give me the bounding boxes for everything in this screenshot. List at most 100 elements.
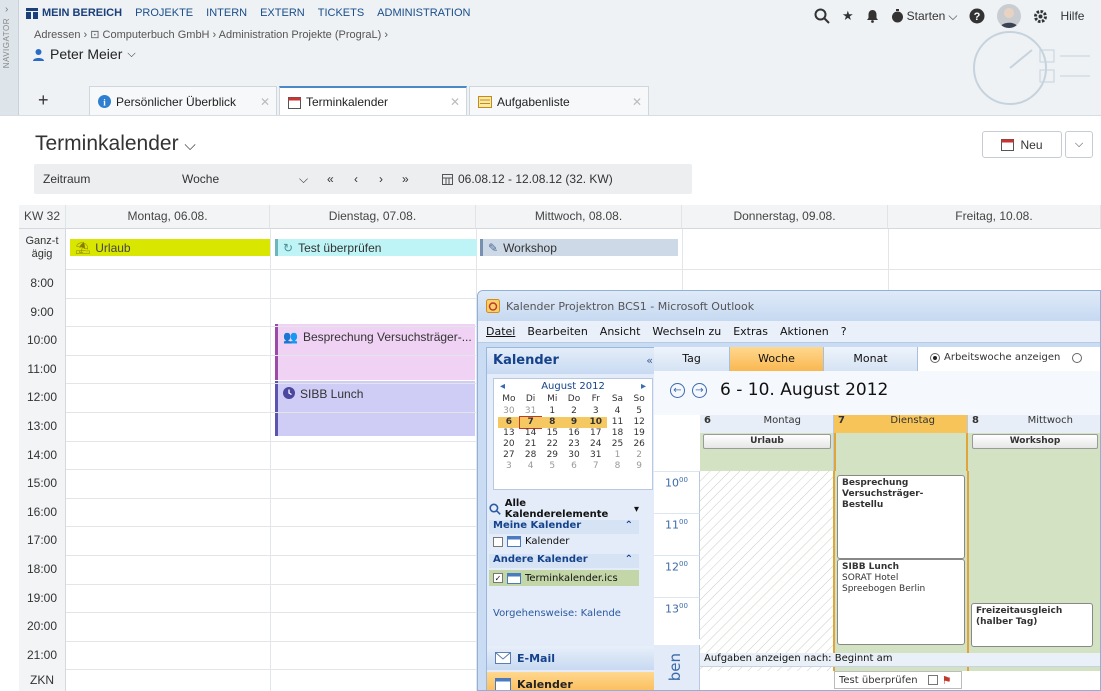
checkbox-checked[interactable]: ✓ <box>493 573 503 583</box>
breadcrumb[interactable]: Adressen › ⊡ Computerbuch GmbH › Adminis… <box>34 28 388 41</box>
menu-aktionen[interactable]: Aktionen <box>780 325 829 338</box>
next-week-circle-icon[interactable]: → <box>692 383 707 398</box>
day-header-friday[interactable]: Freitag, 10.08. <box>888 205 1101 229</box>
outlook-title-bar[interactable]: Kalender Projektron BCS1 - Microsoft Out… <box>478 291 1100 321</box>
period-select[interactable]: Woche <box>182 172 219 186</box>
ol-event-freizeitausgleich[interactable]: Freizeitausgleich (halber Tag) <box>971 603 1093 647</box>
user-selector[interactable]: Peter Meier ⌵ <box>32 46 136 62</box>
my-calendars-header[interactable]: Meine Kalender ⌃ <box>489 520 639 534</box>
expand-navigator-icon[interactable]: › <box>5 4 8 15</box>
menu-extras[interactable]: Extras <box>733 325 768 338</box>
gear-icon[interactable] <box>1033 9 1048 24</box>
new-button[interactable]: Neu <box>982 131 1062 158</box>
start-menu[interactable]: Starten ⌵ <box>891 8 958 24</box>
outlook-window[interactable]: Kalender Projektron BCS1 - Microsoft Out… <box>477 290 1101 691</box>
prev-button[interactable]: ‹ <box>354 172 358 186</box>
chevron-down-icon[interactable]: ⌵ <box>299 172 308 187</box>
event-urlaub[interactable]: ⛱ Urlaub <box>70 239 270 256</box>
next-fast-button[interactable]: » <box>402 172 409 186</box>
ol-allday-urlaub[interactable]: Urlaub <box>703 434 831 449</box>
bell-icon[interactable] <box>866 9 879 23</box>
hour-label: 13:00 <box>19 412 66 441</box>
chevron-down-icon: ⌵ <box>948 8 958 23</box>
hour-label: 8:00 <box>19 269 66 298</box>
calendar-item-terminkalender-ics[interactable]: ✓ Terminkalender.ics <box>489 570 639 586</box>
day-header-tuesday[interactable]: Dienstag, 07.08. <box>270 205 476 229</box>
ol-day-header-monday[interactable]: 6 Montag <box>700 415 834 433</box>
checkbox-unchecked[interactable] <box>927 675 938 685</box>
calendar-nav-button[interactable]: Kalender <box>487 672 659 690</box>
day-header-monday[interactable]: Montag, 06.08. <box>66 205 270 229</box>
nav-administration[interactable]: ADMINISTRATION <box>377 7 470 19</box>
close-tab-icon[interactable]: ✕ <box>260 95 270 109</box>
ol-day-header-wednesday[interactable]: 8 Mittwoch <box>968 415 1100 433</box>
view-tab-month[interactable]: Monat <box>824 347 918 371</box>
menu-datei[interactable]: Datei <box>486 325 515 338</box>
tab-persoenlicher-ueberblick[interactable]: i Persönlicher Überblick ✕ <box>89 86 277 115</box>
calendar-item-kalender[interactable]: Kalender <box>489 536 639 547</box>
day-header-wednesday[interactable]: Mittwoch, 08.08. <box>476 205 682 229</box>
procedure-link[interactable]: Vorgehensweise: Kalende <box>493 608 643 619</box>
mini-next-month-icon[interactable]: ▸ <box>641 381 646 392</box>
mail-nav-button[interactable]: E-Mail <box>487 646 659 670</box>
hour-label: 11:00 <box>19 354 66 384</box>
ol-task-test-ueberpruefen[interactable]: Test überprüfen ⚑ <box>834 671 962 689</box>
tasks-header[interactable]: Aufgaben anzeigen nach: Beginnt am <box>700 653 1100 667</box>
view-tab-week[interactable]: Woche <box>730 347 824 371</box>
search-icon[interactable] <box>814 8 830 24</box>
ol-event-sibb-lunch[interactable]: SIBB Lunch SORAT Hotel Spreebogen Berlin <box>837 559 965 645</box>
collapse-pane-icon[interactable]: « <box>646 354 653 367</box>
nav-mein-bereich[interactable]: MEIN BEREICH <box>26 7 122 19</box>
view-tab-day[interactable]: Tag <box>654 347 730 371</box>
calendar-grid-icon <box>507 536 521 547</box>
avatar[interactable] <box>997 4 1022 28</box>
search-icon <box>489 503 501 515</box>
ol-hour-label: 1100 <box>654 513 700 555</box>
checkbox-unchecked[interactable] <box>493 536 503 547</box>
tab-aufgabenliste[interactable]: Aufgabenliste ✕ <box>469 86 649 115</box>
hour-label: 9:00 <box>19 297 66 327</box>
favorites-star-icon[interactable]: ★ <box>842 8 854 24</box>
event-test-ueberpruefen[interactable]: ↻ Test überprüfen <box>275 239 477 256</box>
outlook-menu-bar: Datei Bearbeiten Ansicht Wechseln zu Ext… <box>478 321 1100 343</box>
ol-allday-tuesday[interactable] <box>834 433 968 471</box>
mini-prev-month-icon[interactable]: ◂ <box>500 381 505 392</box>
prev-week-circle-icon[interactable]: ← <box>670 383 685 398</box>
all-calendar-items-dropdown[interactable]: Alle Kalenderelemente ▾ <box>489 498 639 520</box>
nav-tickets[interactable]: TICKETS <box>318 7 364 19</box>
tab-terminkalender[interactable]: Terminkalender ✕ <box>279 86 467 115</box>
event-workshop[interactable]: ✎ Workshop <box>480 239 678 256</box>
menu-wechseln-zu[interactable]: Wechseln zu <box>652 325 721 338</box>
new-dropdown-button[interactable]: ⌵ <box>1065 131 1093 158</box>
calendar-grid-icon <box>495 677 511 690</box>
menu-ansicht[interactable]: Ansicht <box>600 325 641 338</box>
mini-calendar[interactable]: ◂ August 2012 ▸ Mo Di Mi Do Fr Sa So 30 3… <box>493 378 653 490</box>
red-flag-icon[interactable]: ⚑ <box>942 674 952 687</box>
menu-bearbeiten[interactable]: Bearbeiten <box>527 325 587 338</box>
nav-projekte[interactable]: PROJEKTE <box>135 7 193 19</box>
help-question-icon[interactable]: ? <box>969 8 985 24</box>
menu-help[interactable]: ? <box>841 325 847 338</box>
nav-intern[interactable]: INTERN <box>206 7 247 19</box>
other-calendars-header[interactable]: Andere Kalender ⌃ <box>489 554 639 568</box>
close-tab-icon[interactable]: ✕ <box>450 95 460 109</box>
radio-unselected[interactable] <box>1072 352 1083 363</box>
prev-fast-button[interactable]: « <box>327 172 334 186</box>
event-besprechung[interactable]: 👥 Besprechung Versuchsträger-... <box>275 324 475 380</box>
close-tab-icon[interactable]: ✕ <box>632 95 642 109</box>
radio-selected[interactable] <box>930 352 940 363</box>
day-header-thursday[interactable]: Donnerstag, 09.08. <box>682 205 888 229</box>
nav-extern[interactable]: EXTERN <box>260 7 305 19</box>
event-sibb-lunch[interactable]: SIBB Lunch <box>275 381 475 436</box>
ol-allday-workshop[interactable]: Workshop <box>972 434 1098 449</box>
workweek-radio[interactable]: Arbeitswoche anzeigen <box>930 352 1083 363</box>
next-button[interactable]: › <box>379 172 383 186</box>
ol-day-header-tuesday[interactable]: 7 Dienstag <box>834 415 968 433</box>
help-link[interactable]: Hilfe <box>1060 9 1084 23</box>
navigator-strip[interactable]: › NAVIGATOR <box>0 0 19 115</box>
date-range[interactable]: 06.08.12 - 12.08.12 (32. KW) <box>442 172 613 186</box>
ol-event-besprechung[interactable]: Besprechung Versuchsträger-Bestellu <box>837 475 965 559</box>
tools-icon: ✎ <box>488 240 499 255</box>
collapse-group-icon: ⌃ <box>624 554 633 565</box>
page-title[interactable]: Terminkalender ⌵ <box>35 132 196 156</box>
